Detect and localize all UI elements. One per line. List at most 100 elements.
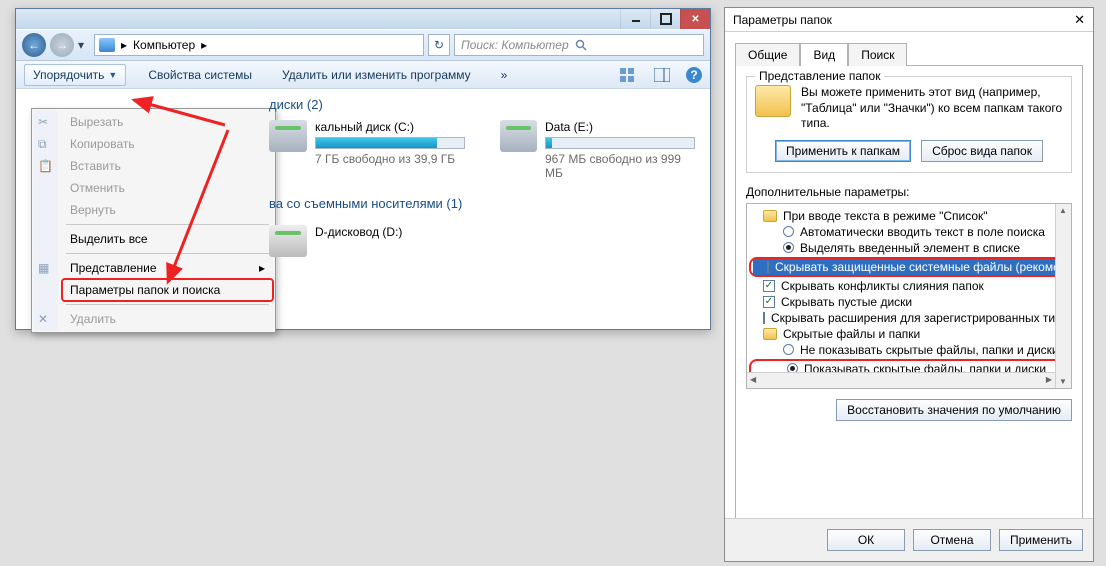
apply-to-folders-button[interactable]: Применить к папкам [775,140,911,162]
tab-view[interactable]: Вид [800,43,848,66]
close-button[interactable] [680,9,710,29]
minimize-button[interactable] [620,9,650,29]
folder-icon [755,85,791,117]
dialog-title: Параметры папок [733,13,832,27]
drive-free: 967 МБ свободно из 999 МБ [545,152,698,180]
capacity-bar [315,137,465,149]
organize-button[interactable]: Упорядочить ▼ [24,64,126,86]
command-bar: Упорядочить ▼ Свойства системы Удалить и… [16,61,710,89]
menu-cut[interactable]: ✂Вырезать [62,111,273,133]
address-bar[interactable]: ▸ Компьютер ▸ [94,34,424,56]
menu-layout[interactable]: ▦Представление [62,257,273,279]
menu-copy[interactable]: ⧉Копировать [62,133,273,155]
hdd-icon [500,120,537,152]
radio-icon[interactable] [783,226,794,237]
tree-option[interactable]: Автоматически вводить текст в поле поиск… [749,224,1069,240]
radio-icon[interactable] [783,344,794,355]
section-drives-title: диски (2) [269,95,698,120]
computer-icon [99,38,115,52]
drive-free: 7 ГБ свободно из 39,9 ГБ [315,152,465,166]
delete-icon: ✕ [38,312,54,326]
tab-panel-view: Представление папок Вы можете применить … [735,65,1083,540]
cancel-button[interactable]: Отмена [913,529,991,551]
help-button[interactable]: ? [686,67,702,83]
dvd-icon [269,225,307,257]
checkbox-icon[interactable]: ✓ [763,280,775,292]
folder-options-dialog: Параметры папок ✕ Общие Вид Поиск Предст… [724,7,1094,562]
paste-icon: 📋 [38,159,54,173]
breadcrumb-sep: ▸ [121,38,127,52]
forward-button[interactable]: → [50,33,74,57]
content-pane: диски (2) кальный диск (C:) 7 ГБ свободн… [261,89,706,325]
reset-folders-button[interactable]: Сброс вида папок [921,140,1043,162]
tab-general[interactable]: Общие [735,43,800,66]
tab-strip: Общие Вид Поиск [725,32,1093,65]
menu-folder-options[interactable]: Параметры папок и поиска [62,279,273,301]
preview-pane-button[interactable] [652,65,672,85]
dialog-close-button[interactable]: ✕ [1074,12,1085,28]
hdd-icon [269,120,307,152]
tree-option-hide-protected[interactable]: Скрывать защищенные системные файлы (рек… [753,259,1065,275]
tab-search[interactable]: Поиск [848,43,907,66]
search-input[interactable]: Поиск: Компьютер [454,34,704,56]
apply-button[interactable]: Применить [999,529,1083,551]
titlebar [16,9,710,29]
ok-button[interactable]: ОК [827,529,905,551]
nav-bar: ← → ▾ ▸ Компьютер ▸ ↻ Поиск: Компьютер [16,29,710,61]
breadcrumb-text[interactable]: Компьютер [133,38,195,52]
menu-redo[interactable]: Вернуть [62,199,273,221]
restore-defaults-button[interactable]: Восстановить значения по умолчанию [836,399,1072,421]
tree-group: Скрытые файлы и папки [749,326,1069,342]
drive-dvd[interactable]: D-дисковод (D:) [269,225,698,257]
tree-option[interactable]: ✓Скрывать пустые диски [749,294,1069,310]
more-button[interactable]: » [493,65,516,85]
search-placeholder: Поиск: Компьютер [461,38,569,52]
drive-c[interactable]: кальный диск (C:) 7 ГБ свободно из 39,9 … [269,120,465,180]
tree-option[interactable]: Не показывать скрытые файлы, папки и дис… [749,342,1069,358]
capacity-bar [545,137,695,149]
section-removable-title: ва со съемными носителями (1) [269,194,698,219]
folder-icon [763,328,777,340]
tree-option[interactable]: Выделять введенный элемент в списке [749,240,1069,256]
menu-paste[interactable]: 📋Вставить [62,155,273,177]
checkbox-icon[interactable] [767,261,769,273]
horizontal-scrollbar[interactable] [747,372,1055,388]
advanced-settings-tree[interactable]: При вводе текста в режиме "Список" Автом… [746,203,1072,389]
group-text: Вы можете применить этот вид (например, … [801,85,1063,132]
chevron-down-icon: ▼ [108,70,117,80]
drive-name: Data (E:) [545,120,698,134]
tree-option[interactable]: ✓Скрывать конфликты слияния папок [749,278,1069,294]
search-icon [575,39,587,51]
folder-views-group: Представление папок Вы можете применить … [746,76,1072,173]
radio-icon[interactable] [783,242,794,253]
menu-select-all[interactable]: Выделить все [62,228,273,250]
vertical-scrollbar[interactable] [1055,204,1071,388]
system-properties-button[interactable]: Свойства системы [140,65,260,85]
menu-undo[interactable]: Отменить [62,177,273,199]
drive-name: кальный диск (C:) [315,120,465,134]
checkbox-icon[interactable] [763,312,765,324]
explorer-window: ← → ▾ ▸ Компьютер ▸ ↻ Поиск: Компьютер У… [15,8,711,330]
cut-icon: ✂ [38,115,54,129]
copy-icon: ⧉ [38,137,54,151]
refresh-button[interactable]: ↻ [428,34,450,56]
history-dropdown-icon[interactable]: ▾ [78,38,90,52]
dialog-titlebar: Параметры папок ✕ [725,8,1093,32]
menu-delete[interactable]: ✕Удалить [62,308,273,330]
layout-icon: ▦ [38,261,54,275]
drive-e[interactable]: Data (E:) 967 МБ свободно из 999 МБ [500,120,698,180]
dialog-footer: ОК Отмена Применить [725,518,1093,561]
organize-menu: ✂Вырезать ⧉Копировать 📋Вставить Отменить… [31,108,276,333]
advanced-label: Дополнительные параметры: [746,185,1072,199]
organize-label: Упорядочить [33,68,104,82]
back-button[interactable]: ← [22,33,46,57]
view-mode-button[interactable] [618,65,638,85]
annotation-ring-hide-protected: Скрывать защищенные системные файлы (рек… [749,257,1069,277]
breadcrumb-sep: ▸ [201,38,207,52]
maximize-button[interactable] [650,9,680,29]
tree-option[interactable]: Скрывать расширения для зарегистрированн… [749,310,1069,326]
checkbox-icon[interactable]: ✓ [763,296,775,308]
drive-name: D-дисковод (D:) [315,225,402,239]
folder-icon [763,210,777,222]
uninstall-program-button[interactable]: Удалить или изменить программу [274,65,479,85]
